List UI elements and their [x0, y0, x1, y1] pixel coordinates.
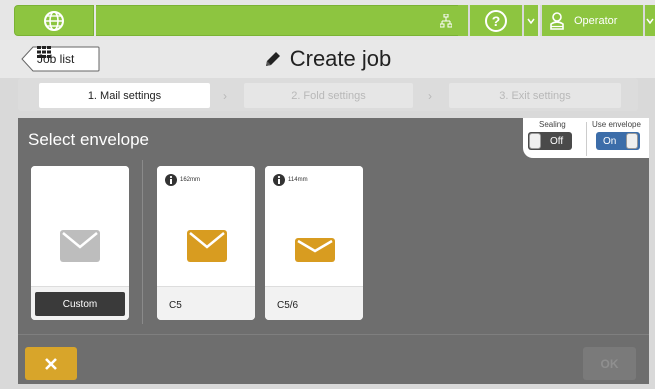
step-exit-settings[interactable]: 3. Exit settings — [449, 83, 621, 108]
size-value: 162mm — [180, 177, 201, 183]
ok-button[interactable]: OK — [583, 347, 636, 380]
chevron-down-icon — [646, 18, 654, 24]
envelope-card-custom[interactable]: Custom — [31, 166, 129, 320]
panel-title: Select envelope — [28, 130, 149, 149]
chevron-down-icon — [527, 18, 535, 24]
envelope-card-c5-6[interactable]: 114mm C5/6 — [265, 166, 363, 320]
status-strip — [96, 5, 458, 36]
title-row: Create job Job list — [0, 40, 655, 78]
toggle-knob — [529, 133, 541, 149]
card-label: C5/6 — [277, 300, 299, 311]
network-icon — [440, 14, 452, 28]
sealing-label: Sealing — [539, 120, 566, 129]
page-title-text: Create job — [289, 46, 392, 71]
envelope-controls: Sealing Off Use envelope On — [523, 118, 649, 158]
envelope-icon — [60, 230, 100, 262]
language-button[interactable] — [14, 5, 94, 36]
cancel-button[interactable] — [25, 347, 77, 380]
user-label: Operator — [574, 14, 618, 27]
use-envelope-value: On — [603, 135, 617, 147]
user-menu-button[interactable]: Operator — [540, 5, 643, 36]
user-chevron-button[interactable] — [643, 5, 655, 36]
chevron-right-icon: › — [428, 88, 432, 103]
divider — [586, 122, 587, 156]
action-bar: OK — [18, 334, 649, 384]
envelope-icon — [187, 230, 227, 262]
step-fold-settings[interactable]: 2. Fold settings — [244, 83, 413, 108]
info-icon — [165, 174, 177, 186]
envelope-cards: Custom 162mm C5 114mm C5/6 — [18, 156, 649, 334]
panel-header: Select envelope Sealing Off Use envelope… — [18, 118, 649, 158]
use-envelope-label: Use envelope — [592, 120, 641, 129]
size-info: 114mm — [273, 174, 308, 186]
chevron-right-icon: › — [223, 88, 227, 103]
sealing-toggle[interactable]: Off — [528, 132, 572, 150]
close-icon — [45, 357, 57, 370]
step-mail-settings[interactable]: 1. Mail settings — [39, 83, 210, 108]
help-icon: ? — [485, 9, 507, 32]
envelope-panel: Select envelope Sealing Off Use envelope… — [18, 118, 649, 384]
size-info: 162mm — [165, 174, 200, 186]
sealing-value: Off — [550, 135, 564, 147]
envelope-icon — [295, 238, 335, 262]
grid-icon — [37, 46, 51, 58]
toggle-knob — [626, 133, 638, 149]
help-button[interactable]: ? — [468, 5, 522, 36]
help-menu-button[interactable] — [522, 5, 538, 36]
job-list-back-button[interactable]: Job list — [21, 46, 100, 72]
envelope-card-c5[interactable]: 162mm C5 — [157, 166, 255, 320]
use-envelope-toggle[interactable]: On — [596, 132, 640, 150]
divider — [142, 160, 143, 324]
svg-text:?: ? — [492, 13, 501, 29]
card-label: C5 — [169, 300, 182, 311]
custom-envelope-button[interactable]: Custom — [35, 292, 125, 316]
info-icon — [273, 174, 285, 186]
top-bar: ? Operator — [0, 0, 655, 40]
step-navigation: 1. Mail settings › 2. Fold settings › 3.… — [18, 78, 638, 111]
network-status — [458, 5, 468, 36]
globe-icon — [44, 10, 64, 31]
pencil-icon — [265, 52, 280, 66]
size-value: 114mm — [288, 177, 308, 183]
user-icon — [550, 11, 564, 30]
